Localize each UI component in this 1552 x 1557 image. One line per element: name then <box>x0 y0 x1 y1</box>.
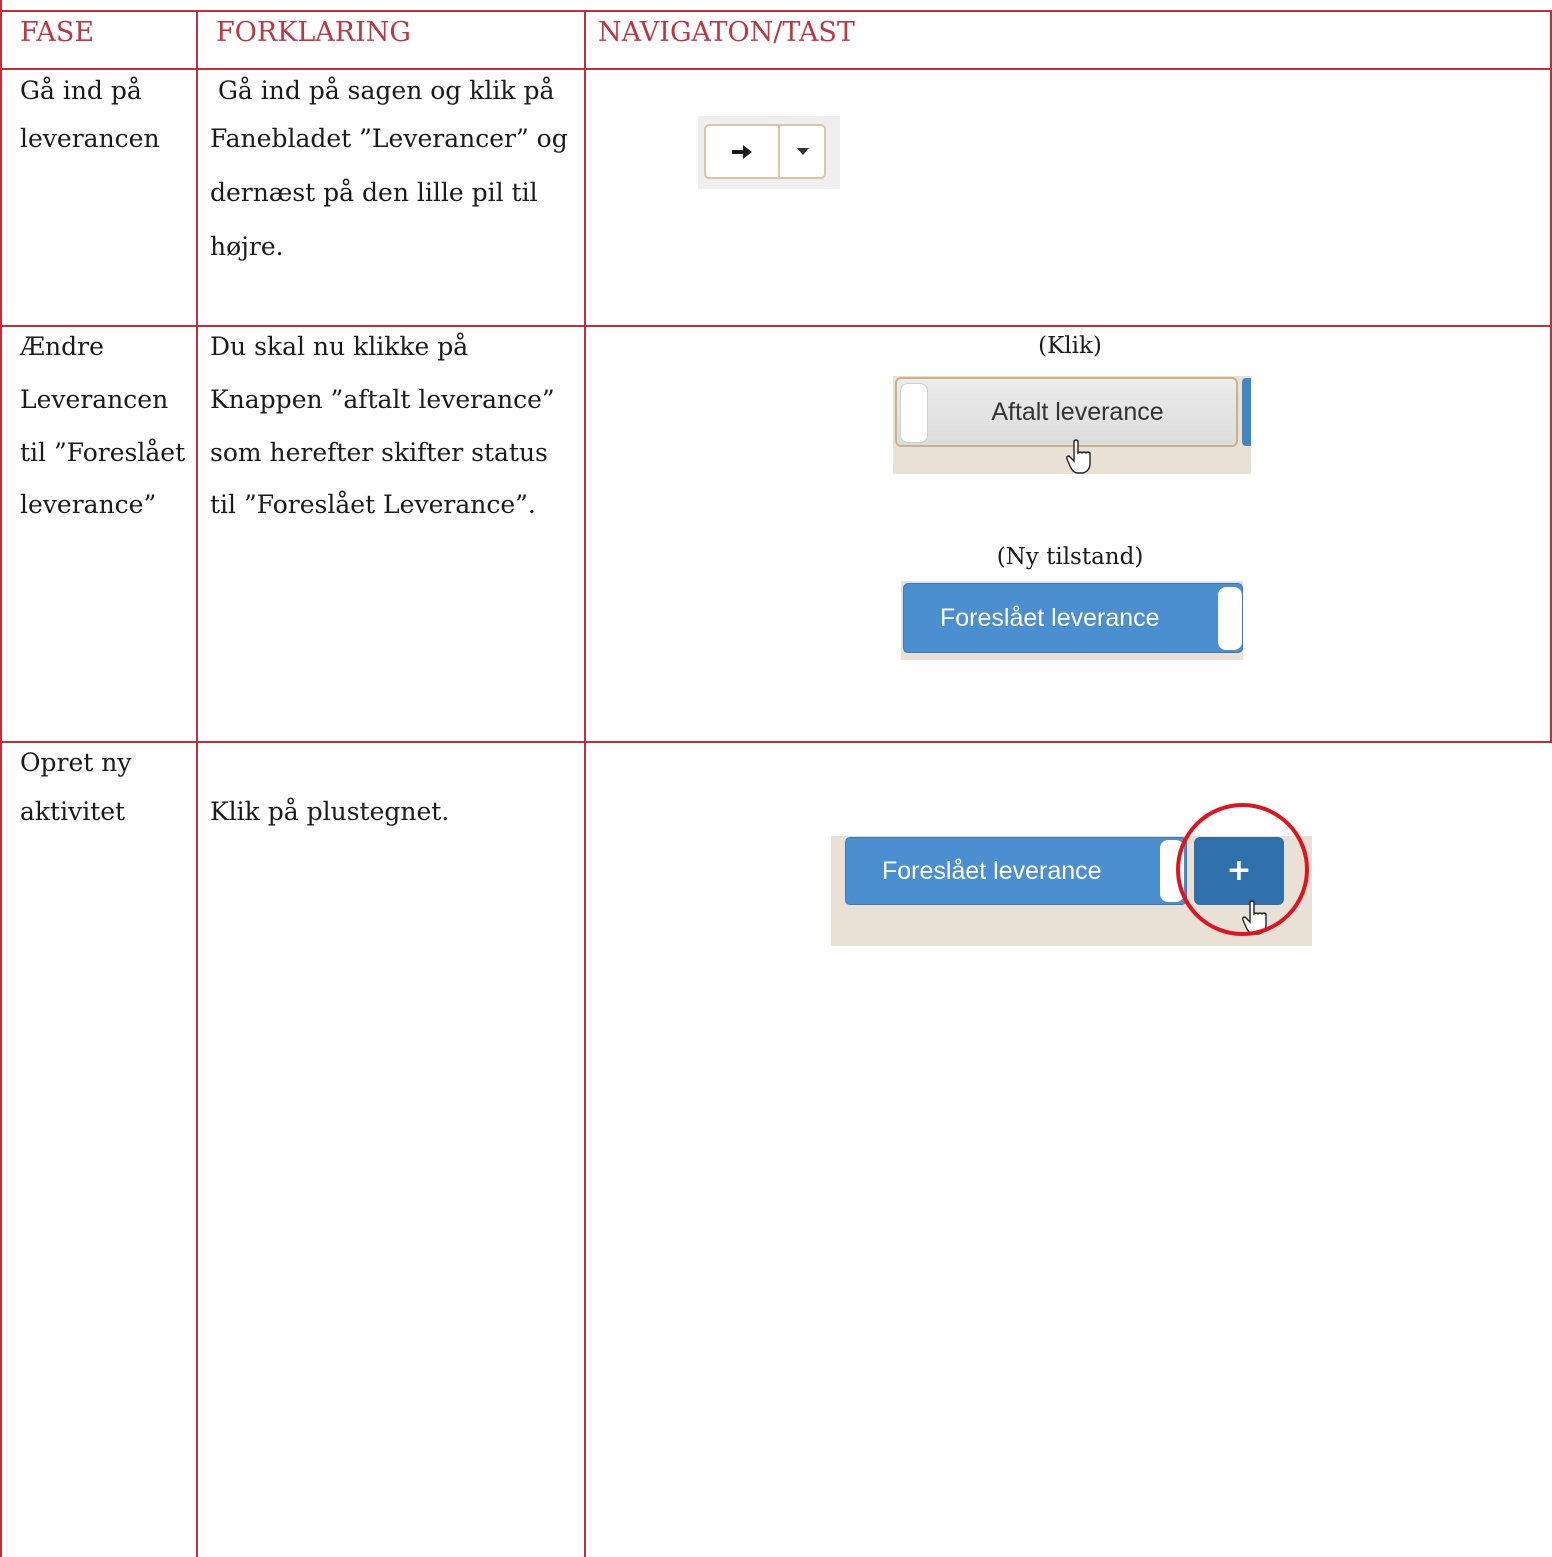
phase-line: Opret ny <box>20 748 132 777</box>
explanation-line: dernæst på den lille pil til <box>210 178 538 207</box>
row-divider-2 <box>0 741 1552 743</box>
agreed-delivery-button[interactable]: Aftalt leverance <box>895 377 1238 447</box>
caret-down-icon[interactable] <box>780 126 826 177</box>
phase-line: til ”Foreslået <box>20 438 186 467</box>
column-divider-1 <box>196 10 198 1557</box>
header-navigation: NAVIGATON/TAST <box>598 17 855 48</box>
hand-cursor-icon <box>1066 439 1091 474</box>
arrow-right-icon[interactable] <box>706 126 780 177</box>
explanation-line: Fanebladet ”Leverancer” og <box>210 124 568 153</box>
click-caption: (Klik) <box>1038 333 1102 359</box>
agreed-button-screenshot: Aftalt leverance <box>893 376 1251 474</box>
proposed-delivery-button[interactable]: Foreslået leverance <box>845 837 1187 905</box>
explanation-line: til ”Foreslået Leverance”. <box>210 490 536 519</box>
proposed-delivery-button[interactable]: Foreslået leverance <box>903 583 1243 653</box>
explanation-line: højre. <box>210 232 284 261</box>
table-top-border <box>0 10 1552 12</box>
table-left-border <box>0 0 2 1557</box>
proposed-delivery-label: Foreslået leverance <box>882 856 1102 885</box>
phase-line: leverance” <box>20 490 157 519</box>
explanation-line: Du skal nu klikke på <box>210 332 469 361</box>
phase-line: leverancen <box>20 124 160 153</box>
explanation-line: Gå ind på sagen og klik på <box>210 76 555 105</box>
adjacent-button-edge <box>1242 378 1251 446</box>
new-state-caption: (Ny tilstand) <box>996 544 1144 570</box>
phase-line: Leverancen <box>20 385 169 414</box>
arrow-split-button[interactable] <box>704 124 826 179</box>
header-phase: FASE <box>20 17 95 48</box>
split-button-screenshot <box>698 116 840 189</box>
phase-line: Gå ind på <box>20 76 142 105</box>
highlight-circle <box>1176 803 1309 936</box>
phase-line: aktivitet <box>20 797 126 826</box>
explanation-line: Knappen ”aftalt leverance” <box>210 385 555 414</box>
column-divider-2 <box>584 10 586 1557</box>
phase-line: Ændre <box>20 332 104 361</box>
proposed-delivery-label: Foreslået leverance <box>940 603 1160 632</box>
agreed-delivery-label: Aftalt leverance <box>991 397 1164 426</box>
explanation-line: Klik på plustegnet. <box>210 797 450 826</box>
toggle-nub <box>900 383 928 443</box>
toggle-nub <box>1218 587 1242 650</box>
explanation-line: som herefter skifter status <box>210 438 548 467</box>
header-explanation: FORKLARING <box>216 17 411 48</box>
proposed-button-screenshot: Foreslået leverance <box>901 581 1243 660</box>
